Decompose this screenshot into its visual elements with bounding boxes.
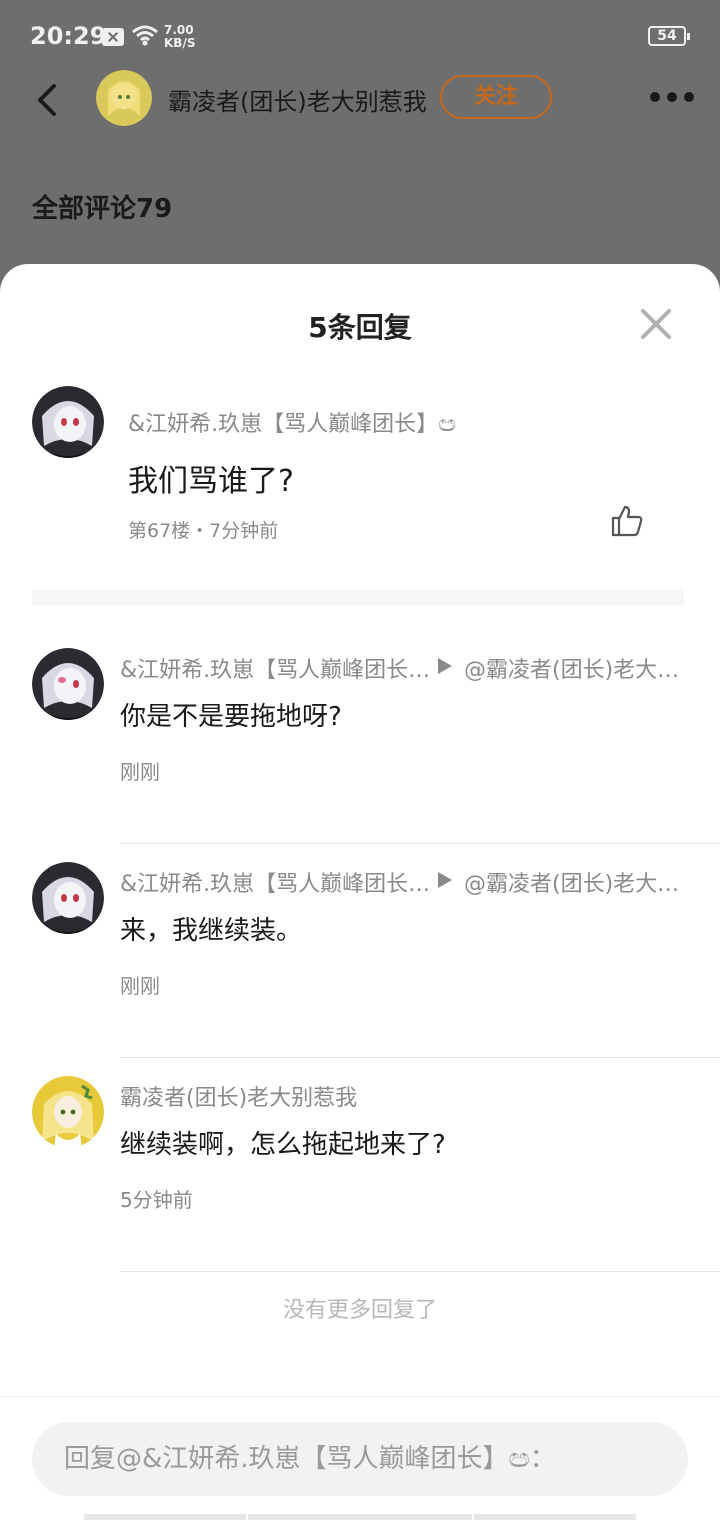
top-bar: 霸凌者(团长)老大别惹我 关注 [0,68,720,128]
reply-item[interactable]: &江妍希.玖崽【骂人巅峰团长】ඏ @霸凌者(团长)老大别惹我 你是不是要拖地呀?… [0,630,720,844]
reply-target[interactable]: @霸凌者(团长)老大别惹我 [464,652,688,684]
header-avatar[interactable] [96,70,152,126]
reply-item[interactable]: 霸凌者(团长)老大别惹我 继续装啊，怎么拖起地来了? 5分钟前 [0,1058,720,1272]
reply-avatar[interactable] [32,862,104,934]
sheet-title: 5条回复 [308,311,412,344]
main-comment-avatar[interactable] [32,386,104,458]
wifi-icon [132,25,158,46]
reply-time: 刚刚 [120,760,160,784]
more-options-icon[interactable] [650,92,694,104]
follow-button[interactable]: 关注 [440,75,552,119]
keyboard-suggestion-tab [248,1514,472,1520]
reply-author[interactable]: 霸凌者(团长)老大别惹我 [120,1080,680,1112]
like-icon[interactable] [610,504,644,538]
reply-input[interactable]: 回复@&江妍希.玖崽【骂人巅峰团长】ඏ： [32,1422,688,1496]
reply-target[interactable]: @霸凌者(团长)老大别惹我 [464,866,688,898]
divider [120,1271,720,1272]
section-divider [32,590,684,606]
reply-text: 来，我继续装。 [120,916,303,946]
reply-time: 5分钟前 [120,1188,193,1212]
header-username[interactable]: 霸凌者(团长)老大别惹我 [168,82,427,117]
reply-text: 继续装啊，怎么拖起地来了? [120,1130,446,1160]
notification-icon [102,28,124,46]
main-comment-meta: 第67楼・7分钟前 [128,520,279,542]
all-comments-heading: 全部评论79 [32,194,173,224]
status-bar: 20:29 7.00 KB/S 54 [0,0,720,74]
no-more-replies-text: 没有更多回复了 [282,1298,437,1323]
replies-sheet: 5条回复 &江妍希.玖崽【骂人巅峰团长】ඏ 我们骂谁了? 第67楼・7分钟前 &… [0,264,720,1520]
keyboard-suggestion-tab [474,1514,636,1520]
network-speed: 7.00 KB/S [164,23,196,50]
status-time: 20:29 [30,22,107,50]
main-comment-text: 我们骂谁了? [128,464,294,499]
reply-author[interactable]: &江妍希.玖崽【骂人巅峰团长】ඏ [120,866,436,898]
reply-to-arrow-icon [438,872,452,888]
battery-icon: 54 [648,26,690,46]
reply-text: 你是不是要拖地呀? [120,702,342,732]
reply-item[interactable]: &江妍希.玖崽【骂人巅峰团长】ඏ @霸凌者(团长)老大别惹我 来，我继续装。 刚… [0,844,720,1058]
keyboard-suggestion-tab [84,1514,246,1520]
main-comment-author[interactable]: &江妍希.玖崽【骂人巅峰团长】ඏ [128,406,456,438]
input-divider [0,1396,720,1397]
back-arrow-icon[interactable] [30,82,62,118]
close-icon[interactable] [640,308,672,340]
reply-author[interactable]: &江妍希.玖崽【骂人巅峰团长】ඏ [120,652,436,684]
reply-time: 刚刚 [120,974,160,998]
reply-avatar[interactable] [32,648,104,720]
reply-to-arrow-icon [438,658,452,674]
reply-avatar[interactable] [32,1076,104,1148]
